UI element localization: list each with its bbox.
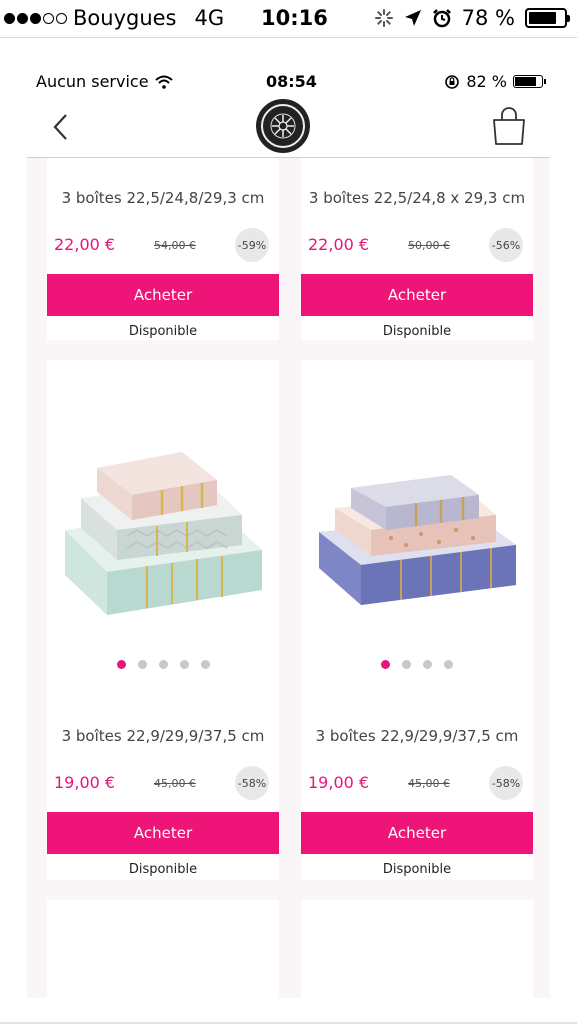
device-status-bar: Bouygues 4G 10:16 78 % bbox=[0, 0, 577, 37]
product-old-price: 45,00 € bbox=[154, 777, 196, 790]
buy-button[interactable]: Acheter bbox=[47, 812, 279, 854]
discount-badge: -58% bbox=[489, 766, 523, 800]
battery-icon bbox=[525, 8, 570, 28]
shopping-bag-icon bbox=[493, 107, 525, 145]
wifi-icon bbox=[154, 75, 173, 89]
product-card[interactable] bbox=[301, 900, 533, 998]
availability-status: Disponible bbox=[382, 862, 452, 877]
app-header bbox=[27, 96, 550, 158]
alarm-clock-icon bbox=[432, 9, 451, 28]
buy-button[interactable]: Acheter bbox=[301, 812, 533, 854]
inner-status-left: Aucun service bbox=[36, 72, 173, 91]
product-image[interactable] bbox=[47, 360, 279, 705]
status-right: 78 % bbox=[374, 6, 570, 30]
cart-button[interactable] bbox=[491, 106, 527, 146]
inner-status-time: 08:54 bbox=[266, 72, 317, 91]
product-name: 3 boîtes 22,9/29,9/37,5 cm bbox=[315, 727, 519, 745]
battery-percentage: 78 % bbox=[461, 6, 515, 30]
product-price: 19,00 € bbox=[308, 773, 370, 792]
product-image[interactable] bbox=[301, 360, 533, 705]
status-left: Bouygues 4G bbox=[4, 6, 224, 30]
pagination-dot[interactable] bbox=[444, 660, 453, 669]
product-card[interactable]: 3 boîtes 22,5/24,8/29,3 cm 22,00 € 54,00… bbox=[47, 158, 279, 340]
product-name: 3 boîtes 22,5/24,8/29,3 cm bbox=[61, 189, 265, 207]
inner-battery-percentage: 82 % bbox=[466, 72, 507, 91]
service-status: Aucun service bbox=[36, 72, 149, 91]
discount-badge: -59% bbox=[235, 228, 269, 262]
pagination-dot[interactable] bbox=[116, 660, 126, 669]
availability-status: Disponible bbox=[382, 324, 452, 339]
brand-logo[interactable] bbox=[256, 99, 310, 153]
availability-status: Disponible bbox=[128, 324, 198, 339]
product-listing[interactable]: 3 boîtes 22,5/24,8/29,3 cm 22,00 € 54,00… bbox=[27, 158, 550, 998]
signal-strength-icon bbox=[4, 12, 67, 24]
back-button[interactable] bbox=[45, 110, 75, 144]
product-price: 22,00 € bbox=[54, 235, 116, 254]
book-boxes-pastel-image bbox=[65, 452, 262, 615]
discount-badge: -58% bbox=[235, 766, 269, 800]
rotation-lock-icon bbox=[445, 74, 460, 89]
pagination-dot[interactable] bbox=[381, 660, 390, 669]
product-name: 3 boîtes 22,9/29,9/37,5 cm bbox=[61, 727, 265, 745]
network-type: 4G bbox=[194, 6, 225, 30]
status-time: 10:16 bbox=[261, 6, 328, 30]
pagination-dot[interactable] bbox=[200, 660, 210, 669]
pagination-dot[interactable] bbox=[158, 660, 168, 669]
inner-status-right: 82 % bbox=[444, 72, 546, 91]
discount-badge: -56% bbox=[489, 228, 523, 262]
pagination-dot[interactable] bbox=[179, 660, 189, 669]
location-arrow-icon bbox=[404, 10, 421, 26]
product-name: 3 boîtes 22,5/24,8 x 29,3 cm bbox=[308, 189, 526, 207]
inner-status-bar: Aucun service 08:54 82 % bbox=[0, 70, 577, 94]
inner-battery-icon bbox=[513, 75, 546, 88]
availability-status: Disponible bbox=[128, 862, 198, 877]
status-divider bbox=[0, 37, 577, 38]
pagination-dot[interactable] bbox=[402, 660, 411, 669]
product-card[interactable]: 3 boîtes 22,9/29,9/37,5 cm 19,00 € 45,00… bbox=[301, 360, 533, 880]
logo-star-icon bbox=[270, 113, 296, 139]
product-price: 22,00 € bbox=[308, 235, 370, 254]
pagination-dot[interactable] bbox=[137, 660, 147, 669]
buy-button[interactable]: Acheter bbox=[301, 274, 533, 316]
image-pagination[interactable] bbox=[47, 660, 279, 669]
product-old-price: 50,00 € bbox=[408, 239, 450, 252]
product-card[interactable]: 3 boîtes 22,9/29,9/37,5 cm 19,00 € 45,00… bbox=[47, 360, 279, 880]
product-old-price: 45,00 € bbox=[408, 777, 450, 790]
product-card[interactable] bbox=[47, 900, 279, 998]
loading-spinner-icon bbox=[374, 9, 393, 27]
product-card[interactable]: 3 boîtes 22,5/24,8 x 29,3 cm 22,00 € 50,… bbox=[301, 158, 533, 340]
image-pagination[interactable] bbox=[301, 660, 533, 669]
pagination-dot[interactable] bbox=[423, 660, 432, 669]
book-boxes-blue-image bbox=[319, 475, 516, 605]
product-old-price: 54,00 € bbox=[154, 239, 196, 252]
chevron-left-icon bbox=[53, 114, 67, 140]
buy-button[interactable]: Acheter bbox=[47, 274, 279, 316]
logo-emblem bbox=[261, 104, 305, 148]
carrier-name: Bouygues bbox=[73, 6, 177, 30]
product-price: 19,00 € bbox=[54, 773, 116, 792]
